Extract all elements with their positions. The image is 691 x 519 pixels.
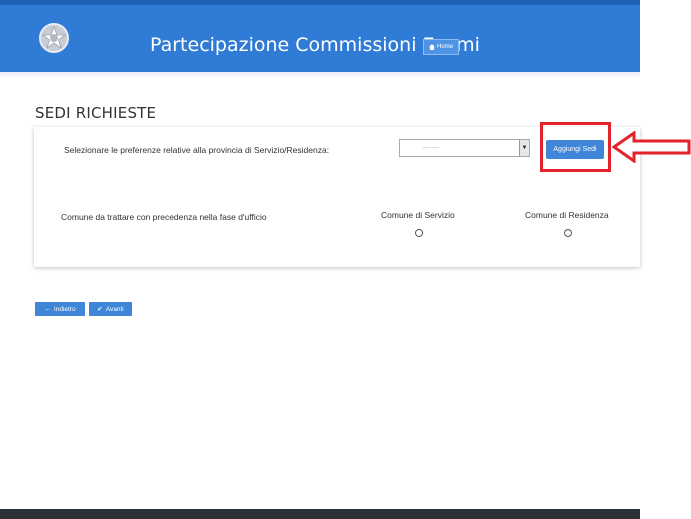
home-button-label: Home — [436, 44, 453, 50]
arrow-left-icon: ← — [44, 305, 51, 313]
comune-servizio-label: Comune di Servizio — [381, 210, 455, 220]
next-button[interactable]: ✔ Avanti — [89, 302, 132, 316]
next-button-label: Avanti — [105, 305, 124, 313]
back-button[interactable]: ← Indietro — [35, 302, 85, 316]
annotation-highlight-box — [540, 122, 611, 172]
comune-residenza-label: Comune di Residenza — [525, 210, 609, 220]
comune-residenza-radio[interactable] — [564, 229, 572, 237]
chevron-down-icon[interactable]: ▼ — [519, 140, 529, 156]
province-select[interactable]: ---- ----- ▼ — [399, 139, 530, 157]
preferences-label: Selezionare le preferenze relative alla … — [64, 145, 330, 155]
page-footer — [0, 509, 640, 519]
app-header: Partecipazione Commissioni Esami Home — [0, 0, 640, 72]
province-select-value: ---- ----- — [422, 145, 439, 151]
home-icon — [428, 44, 435, 50]
commune-precedence-label: Comune da trattare con precedenza nella … — [61, 212, 267, 222]
home-button[interactable]: Home — [423, 39, 459, 55]
checkmark-icon: ✔ — [97, 306, 103, 313]
header-shadow — [0, 72, 640, 78]
back-button-label: Indietro — [53, 305, 76, 313]
italian-republic-emblem-icon — [39, 23, 69, 53]
annotation-arrow-icon — [612, 131, 691, 163]
page-title: SEDI RICHIESTE — [35, 104, 157, 122]
comune-servizio-radio[interactable] — [415, 229, 423, 237]
